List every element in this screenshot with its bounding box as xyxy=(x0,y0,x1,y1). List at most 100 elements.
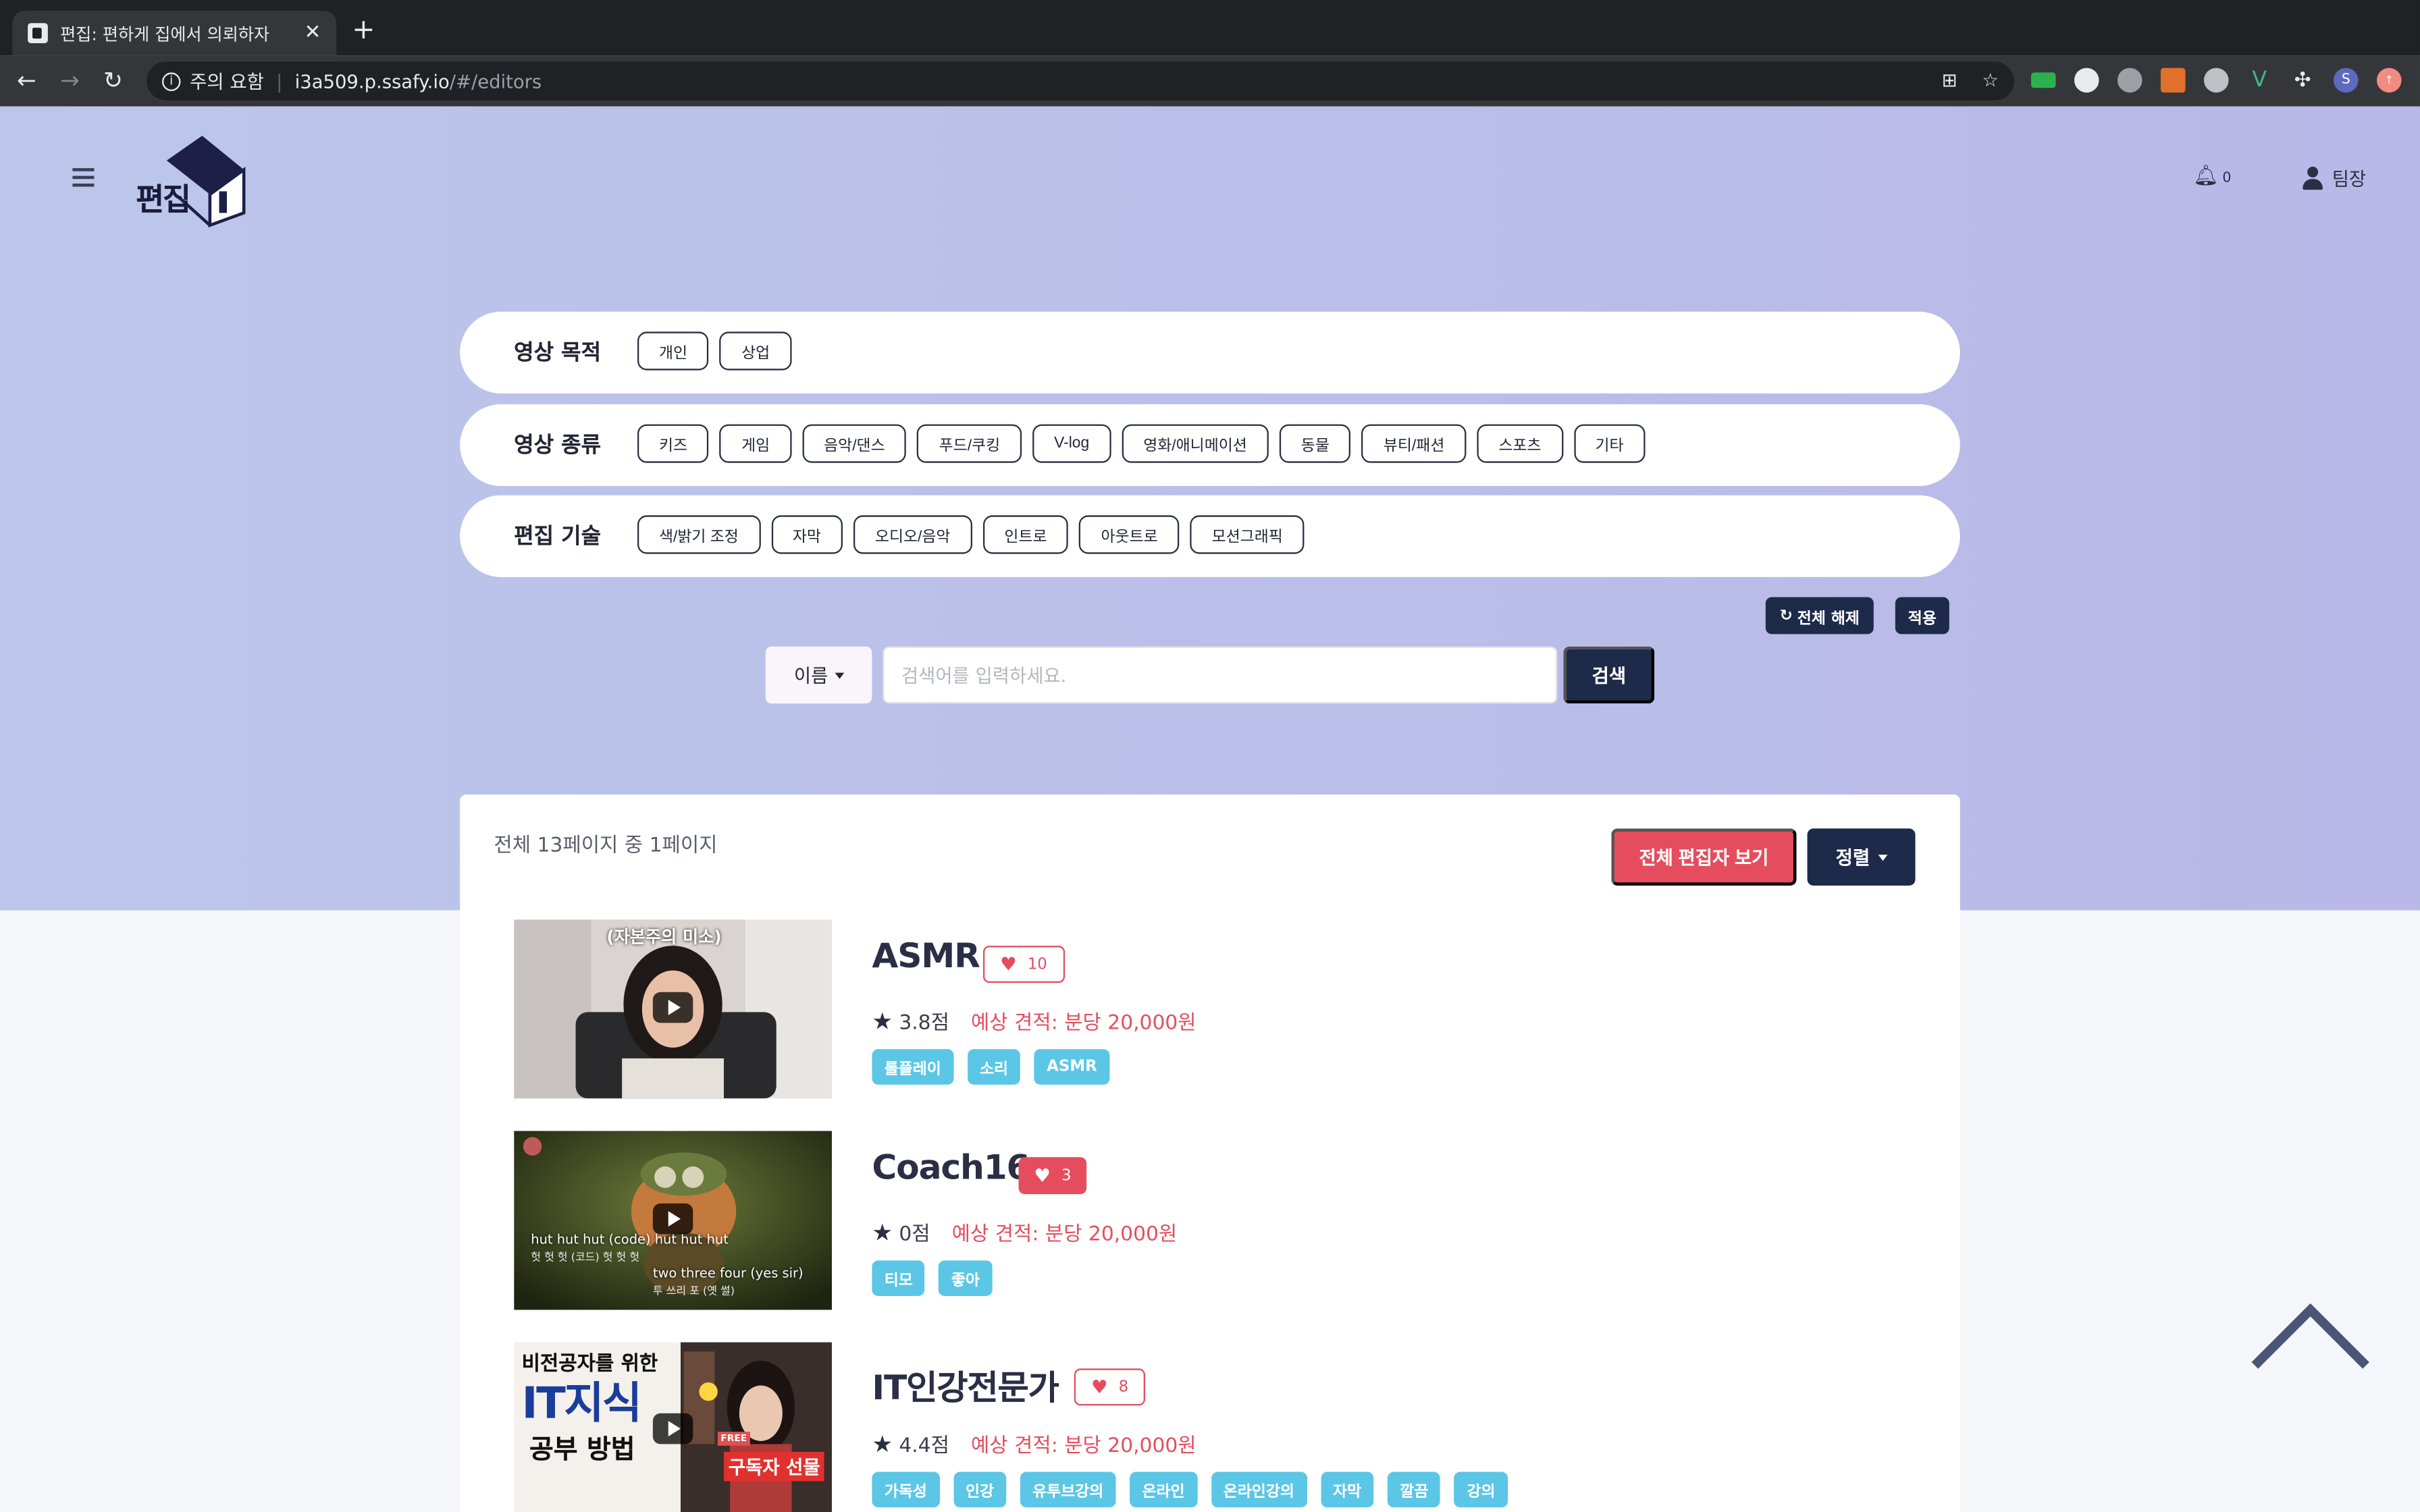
tab-title: 편집: 편하게 집에서 의뢰하자 xyxy=(60,24,270,45)
vue-devtools-icon[interactable]: V xyxy=(2247,68,2272,93)
url-divider: | xyxy=(276,70,283,92)
tag-badge[interactable]: 강의 xyxy=(1454,1472,1508,1508)
rating-value: 0점 xyxy=(899,1223,930,1247)
extension-ex-icon[interactable] xyxy=(2160,68,2186,93)
extension-circle-icon[interactable] xyxy=(2074,68,2099,93)
like-button[interactable]: ♥ 3 xyxy=(1018,1157,1087,1195)
play-icon[interactable] xyxy=(652,992,693,1023)
extension-ac-icon[interactable] xyxy=(2030,72,2056,88)
thumbnail-caption: two three four (yes sir) xyxy=(652,1266,804,1282)
update-icon[interactable]: ↑ xyxy=(2376,68,2402,93)
editor-name[interactable]: ASMR xyxy=(872,938,980,977)
extensions: V ✣ S ↑ xyxy=(2030,68,2402,93)
browser-tabbar: 편집: 편하게 집에서 의뢰하자 ✕ + xyxy=(0,0,2420,56)
view-all-editors-button[interactable]: 전체 편집자 보기 xyxy=(1611,828,1797,886)
reload-icon[interactable]: ↻ xyxy=(103,66,123,94)
filter-chip[interactable]: 상업 xyxy=(720,331,792,371)
search-input[interactable] xyxy=(883,646,1558,704)
editor-list-item[interactable]: hut hut hut (code) hut hut hut 헛 헛 헛 (코드… xyxy=(514,1131,1903,1310)
filter-chip[interactable]: 게임 xyxy=(720,424,792,463)
extension-shield-icon[interactable] xyxy=(2117,68,2142,93)
tag-badge[interactable]: 유투브강의 xyxy=(1020,1472,1116,1508)
tag-badge[interactable]: 깔끔 xyxy=(1387,1472,1441,1508)
apply-filters-button[interactable]: 적용 xyxy=(1895,597,1949,634)
filter-chip[interactable]: 자막 xyxy=(770,515,843,554)
filter-chip[interactable]: V-log xyxy=(1032,424,1111,463)
filter-chip[interactable]: 개인 xyxy=(637,331,710,371)
tag-badge[interactable]: ASMR xyxy=(1034,1049,1109,1085)
filter-chip[interactable]: 동물 xyxy=(1279,424,1351,463)
notification-bell-icon[interactable]: 🔔︎ xyxy=(2193,165,2219,188)
page-info: 전체 13페이지 중 1페이지 xyxy=(494,834,718,858)
menu-icon[interactable] xyxy=(72,168,95,190)
play-icon[interactable] xyxy=(652,1413,693,1444)
tag-badge[interactable]: 티모 xyxy=(872,1260,926,1296)
filter-chip[interactable]: 스포츠 xyxy=(1477,424,1563,463)
play-icon[interactable] xyxy=(652,1203,693,1235)
forward-icon[interactable]: → xyxy=(60,66,80,94)
new-tab-icon[interactable]: + xyxy=(352,14,375,48)
chevron-down-icon xyxy=(834,672,844,678)
sort-dropdown[interactable]: 정렬 xyxy=(1807,828,1916,886)
tag-badge[interactable]: 소리 xyxy=(967,1049,1021,1085)
url-bar[interactable]: i 주의 요함 | i3a509.p.ssafy.io /#/editors ⊞… xyxy=(147,61,2014,101)
like-count: 8 xyxy=(1118,1378,1129,1396)
browser-tab[interactable]: 편집: 편하게 집에서 의뢰하자 ✕ xyxy=(12,10,337,56)
thumbnail-subtitle: 공부 방법 xyxy=(529,1434,635,1466)
user-menu[interactable]: 팀장 xyxy=(2303,165,2366,192)
like-button[interactable]: ♥ 10 xyxy=(982,946,1064,983)
filter-chip[interactable]: 아웃트로 xyxy=(1079,515,1180,554)
like-count: 10 xyxy=(1027,955,1047,973)
filter-chip[interactable]: 영화/애니메이션 xyxy=(1122,424,1269,463)
filter-chip[interactable]: 푸드/쿠킹 xyxy=(917,424,1022,463)
chevron-down-icon xyxy=(1877,854,1887,861)
thumbnail-caption-sub: 투 쓰리 포 (옛 썰) xyxy=(652,1285,735,1298)
video-thumbnail[interactable]: 비전공자를 위한 IT지식 공부 방법 FREE 구독자 선물 xyxy=(514,1342,832,1512)
bookmark-star-icon[interactable]: ☆ xyxy=(1982,70,1999,91)
tag-badge[interactable]: 자막 xyxy=(1320,1472,1374,1508)
price-estimate: 예상 견적: 분당 20,000원 xyxy=(970,1434,1196,1458)
video-thumbnail[interactable]: (자본주의 미소) xyxy=(514,919,832,1099)
tag-badge[interactable]: 인강 xyxy=(953,1472,1007,1508)
filter-row-purpose: 영상 목적 개인 상업 xyxy=(460,311,1960,394)
editor-list-item[interactable]: 비전공자를 위한 IT지식 공부 방법 FREE 구독자 선물 IT인강전문가 … xyxy=(514,1342,1903,1512)
like-button[interactable]: ♥ 8 xyxy=(1074,1368,1146,1406)
back-icon[interactable]: ← xyxy=(17,66,36,94)
filter-label: 영상 종류 xyxy=(514,433,602,458)
filter-label: 편집 기술 xyxy=(514,524,602,549)
extension-record-icon[interactable] xyxy=(2203,68,2229,93)
filter-row-skill: 편집 기술 색/밝기 조정 자막 오디오/음악 인트로 아웃트로 모션그래픽 xyxy=(460,495,1960,577)
editor-name[interactable]: Coach16 xyxy=(872,1150,1030,1188)
info-icon[interactable]: i xyxy=(161,72,181,90)
filter-chip[interactable]: 모션그래픽 xyxy=(1190,515,1305,554)
tag-badge[interactable]: 롤플레이 xyxy=(872,1049,954,1085)
search-button[interactable]: 검색 xyxy=(1563,646,1655,704)
sort-label: 정렬 xyxy=(1835,846,1870,869)
tag-badge[interactable]: 가독성 xyxy=(872,1472,940,1508)
filter-chip[interactable]: 기타 xyxy=(1573,424,1646,463)
video-thumbnail[interactable]: hut hut hut (code) hut hut hut 헛 헛 헛 (코드… xyxy=(514,1131,832,1310)
tag-badge[interactable]: 온라인 xyxy=(1130,1472,1197,1508)
reset-filters-button[interactable]: ↻ 전체 해제 xyxy=(1765,597,1874,634)
extensions-puzzle-icon[interactable]: ✣ xyxy=(2290,68,2315,93)
filter-chip[interactable]: 뷰티/패션 xyxy=(1361,424,1467,463)
filter-chip[interactable]: 음악/댄스 xyxy=(802,424,907,463)
tag-badge[interactable]: 온라인강의 xyxy=(1211,1472,1307,1508)
editor-name[interactable]: IT인강전문가 xyxy=(872,1361,1059,1410)
editor-list-item[interactable]: (자본주의 미소) ASMR ♥ 10 ★ 3.8점 예상 견적: 분당 20,… xyxy=(514,919,1903,1099)
tag-badge[interactable]: 좋아 xyxy=(939,1260,993,1296)
heart-icon: ♥ xyxy=(1090,1376,1108,1398)
editor-rating: ★ 4.4점 예상 견적: 분당 20,000원 xyxy=(872,1429,1196,1458)
close-tab-icon[interactable]: ✕ xyxy=(304,22,321,45)
filter-chip[interactable]: 키즈 xyxy=(637,424,710,463)
security-label: 주의 요함 xyxy=(190,71,264,93)
profile-avatar-icon[interactable]: S xyxy=(2333,68,2359,93)
filter-chip[interactable]: 색/밝기 조정 xyxy=(637,515,760,554)
search-type-dropdown[interactable]: 이름 xyxy=(765,646,872,704)
filter-chip[interactable]: 오디오/음악 xyxy=(853,515,972,554)
scroll-to-top-chevron-icon[interactable] xyxy=(2248,1303,2372,1373)
filter-chip[interactable]: 인트로 xyxy=(982,515,1069,554)
translate-icon[interactable]: ⊞ xyxy=(1942,70,1957,91)
reset-icon: ↻ xyxy=(1779,607,1793,624)
star-icon: ★ xyxy=(872,1006,893,1035)
